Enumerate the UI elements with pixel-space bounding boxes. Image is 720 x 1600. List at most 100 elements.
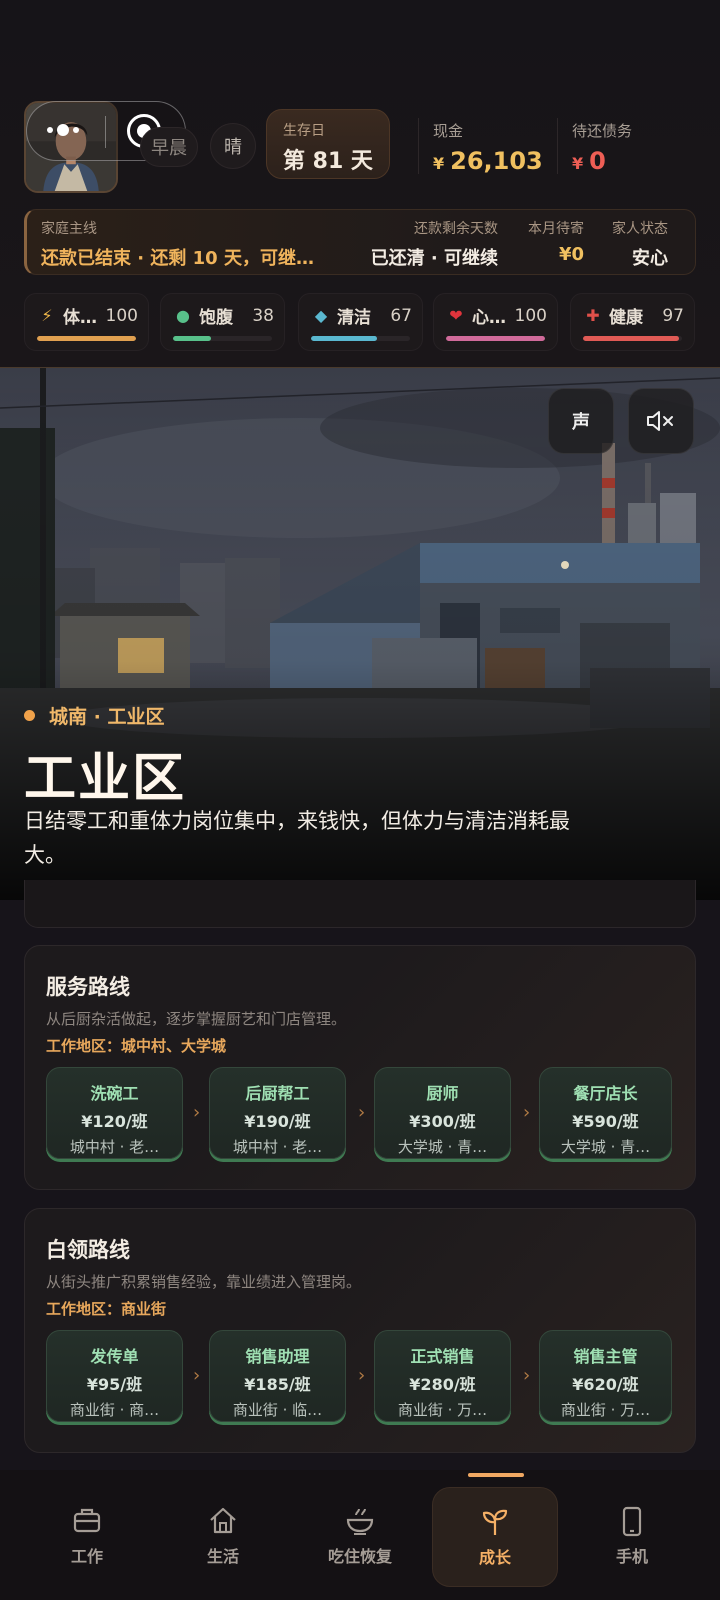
meter-value: 100 [105, 305, 138, 326]
meter-track [37, 336, 136, 341]
job-pay: ¥280/班 [409, 1375, 476, 1394]
sprout-icon [482, 1509, 508, 1535]
previous-card-edge [24, 880, 696, 928]
job-name: 销售助理 [245, 1347, 310, 1366]
tab-label: 吃住恢复 [327, 1547, 392, 1566]
job-pay: ¥120/班 [81, 1112, 148, 1131]
meter-3[interactable]: ❤ 心… 100 [433, 293, 558, 351]
meter-value: 38 [252, 305, 274, 326]
voice-button-label: 声 [572, 412, 590, 433]
chevron-right-icon: › [523, 1102, 531, 1123]
location-dot-icon [24, 710, 35, 721]
meter-1[interactable]: ● 饱腹 38 [160, 293, 285, 351]
meter-name: 健康 [609, 308, 643, 328]
time-of-day-pill: 早晨 [140, 127, 198, 167]
family-mainline-bar[interactable]: 家庭主线 还款已结束 · 还剩 10 天，可继… 还款剩余天数 已还清 · 可继… [24, 209, 696, 275]
job-card[interactable]: 洗碗工 ¥120/班 城中村 · 老… [46, 1067, 183, 1159]
cross-icon: ✚ [586, 306, 600, 325]
job-name: 正式销售 [410, 1347, 475, 1366]
meter-fill [446, 336, 545, 341]
meter-name: 清洁 [337, 308, 371, 328]
meter-fill [311, 336, 378, 341]
voice-button[interactable]: 声 [548, 388, 614, 454]
job-location: 商业街 · 临… [232, 1401, 323, 1419]
tab-2[interactable]: 吃住恢复 [297, 1487, 423, 1587]
job-pay: ¥95/班 [86, 1375, 143, 1394]
tab-label: 工作 [70, 1547, 103, 1566]
chevron-right-icon: › [193, 1102, 201, 1123]
debt-currency: ¥ [572, 154, 584, 173]
debt-value: 0 [589, 147, 606, 175]
cash-value: 26,103 [450, 147, 543, 175]
tab-0[interactable]: 工作 [24, 1487, 150, 1587]
job-card[interactable]: 餐厅店长 ¥590/班 大学城 · 青… [539, 1067, 672, 1159]
job-name: 后厨帮工 [245, 1084, 310, 1103]
mute-icon [647, 411, 673, 431]
debt-label: 待还债务 [572, 122, 633, 140]
location-breadcrumb: 城南 · 工业区 [24, 702, 164, 729]
family-status-label: 家人状态 [612, 221, 668, 237]
weather-pill: 晴 [210, 123, 256, 169]
meter-name: 心… [472, 308, 506, 328]
job-card[interactable]: 厨师 ¥300/班 大学城 · 青… [374, 1067, 511, 1159]
tab-4[interactable]: 手机 [569, 1487, 695, 1587]
route-description: 从街头推广积累销售经验，靠业绩进入管理岗。 [46, 1273, 362, 1291]
job-card[interactable]: 销售助理 ¥185/班 商业街 · 临… [209, 1330, 346, 1422]
home-icon [210, 1507, 236, 1534]
job-card[interactable]: 销售主管 ¥620/班 商业街 · 万… [539, 1330, 672, 1422]
debt-stat: 待还债务 ¥0 [572, 120, 632, 175]
route-description: 从后厨杂活做起，逐步掌握厨艺和门店管理。 [46, 1010, 347, 1028]
chevron-right-icon: › [358, 1102, 366, 1123]
route-area: 工作地区：商业街 [46, 1300, 167, 1318]
job-pay: ¥590/班 [572, 1112, 639, 1131]
bowl-icon [346, 1508, 374, 1535]
cash-stat: 现金 ¥26,103 [433, 120, 543, 175]
route-card-whitecollar: 白领路线 从街头推广积累销售经验，靠业绩进入管理岗。 工作地区：商业街 发传单 ¥… [24, 1208, 696, 1453]
job-location: 商业街 · 商… [69, 1401, 160, 1419]
meter-value: 67 [390, 305, 412, 326]
meter-4[interactable]: ✚ 健康 97 [570, 293, 695, 351]
job-card[interactable]: 正式销售 ¥280/班 商业街 · 万… [374, 1330, 511, 1422]
active-tab-indicator [468, 1473, 524, 1477]
monthly-remit-value: ¥0 [558, 244, 584, 265]
route-title: 服务路线 [46, 975, 130, 999]
job-location: 商业街 · 万… [397, 1401, 488, 1419]
job-card[interactable]: 后厨帮工 ¥190/班 城中村 · 老… [209, 1067, 346, 1159]
tab-1[interactable]: 生活 [160, 1487, 286, 1587]
repay-days-value: 已还清 · 可继续 [370, 248, 498, 269]
route-card-service: 服务路线 从后厨杂活做起，逐步掌握厨艺和门店管理。 工作地区：城中村、大学城 洗… [24, 945, 696, 1190]
meter-track [173, 336, 272, 341]
lightning-icon: ⚡ [41, 306, 53, 325]
monthly-remit-label: 本月待寄 [528, 221, 584, 237]
job-pay: ¥190/班 [244, 1112, 311, 1131]
location-description: 日结零工和重体力岗位集中，来钱快，但体力与清洁消耗最大。 [24, 809, 570, 867]
job-name: 餐厅店长 [573, 1084, 638, 1103]
diamond-icon: ◆ [314, 306, 328, 325]
cash-currency: ¥ [433, 154, 445, 173]
family-main-label: 家庭主线 [41, 221, 97, 237]
briefcase-icon [73, 1508, 101, 1533]
job-name: 洗碗工 [90, 1084, 139, 1103]
job-card[interactable]: 发传单 ¥95/班 商业街 · 商… [46, 1330, 183, 1422]
tab-label: 手机 [615, 1547, 648, 1566]
tab-label: 成长 [478, 1548, 511, 1567]
mute-button[interactable] [628, 388, 694, 454]
family-status-value: 安心 [632, 248, 668, 269]
job-name: 厨师 [426, 1084, 459, 1103]
meter-2[interactable]: ◆ 清洁 67 [298, 293, 423, 351]
meter-fill [37, 336, 136, 341]
tab-3[interactable]: 成长 [432, 1487, 558, 1587]
meter-0[interactable]: ⚡ 体… 100 [24, 293, 149, 351]
phone-icon [622, 1506, 642, 1537]
meter-value: 97 [662, 305, 684, 326]
job-pay: ¥620/班 [572, 1375, 639, 1394]
more-icon[interactable] [47, 124, 79, 136]
survival-day-card: 生存日 第 81 天 [266, 109, 390, 179]
job-location: 城中村 · 老… [232, 1138, 323, 1156]
job-location: 城中村 · 老… [69, 1138, 160, 1156]
dot-icon: ● [176, 306, 190, 325]
route-area: 工作地区：城中村、大学城 [46, 1037, 227, 1055]
meter-track [583, 336, 682, 341]
meter-fill [173, 336, 211, 341]
job-location: 大学城 · 青… [397, 1138, 488, 1156]
